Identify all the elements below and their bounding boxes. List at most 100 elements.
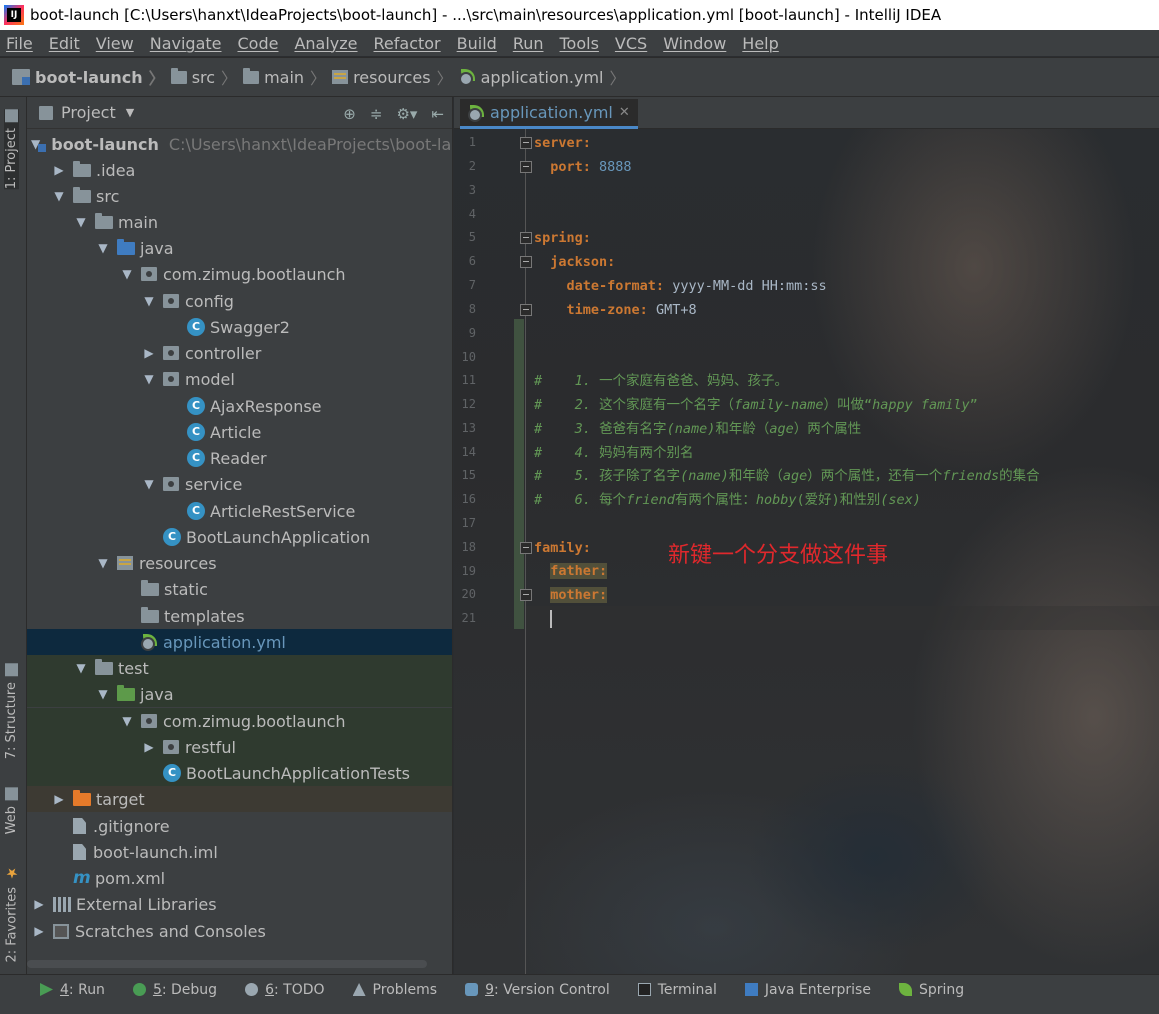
expand-arrow-icon[interactable]: ▼ bbox=[73, 215, 89, 229]
menu-tools[interactable]: Tools bbox=[560, 34, 599, 53]
tab-structure-tool[interactable]: 7: Structure bbox=[4, 663, 19, 759]
tab-project-tool[interactable]: 1: Project bbox=[4, 109, 19, 190]
code-line-11[interactable]: # 1. 一个家庭有爸爸、妈妈、孩子。 bbox=[534, 369, 788, 393]
menu-run[interactable]: Run bbox=[513, 34, 544, 53]
code-line-14[interactable]: # 4. 妈妈有两个别名 bbox=[534, 441, 694, 465]
expand-arrow-icon[interactable]: ▼ bbox=[119, 714, 135, 728]
tree-node-model[interactable]: ▼ model bbox=[27, 366, 452, 392]
expand-arrow-icon[interactable]: ▼ bbox=[141, 294, 157, 308]
tree-node-static[interactable]: static bbox=[27, 576, 452, 602]
tab-application-yml[interactable]: application.yml ✕ bbox=[460, 99, 638, 129]
expand-arrow-icon[interactable]: ▼ bbox=[95, 241, 111, 255]
tree-node-src[interactable]: ▼ src bbox=[27, 183, 452, 209]
tab-web-tool[interactable]: Web bbox=[4, 787, 19, 834]
project-view-selector[interactable]: Project bbox=[61, 103, 116, 122]
code-line-19[interactable]: father: bbox=[534, 559, 608, 583]
tool-problems[interactable]: Problems bbox=[352, 982, 437, 998]
code-line-20[interactable]: mother: bbox=[534, 583, 608, 607]
tree-node-test[interactable]: ▼ test bbox=[27, 655, 452, 681]
collapse-arrow-icon[interactable]: ▶ bbox=[141, 346, 157, 360]
breadcrumb-src[interactable]: src 〉 bbox=[170, 65, 243, 89]
code-line-16[interactable]: # 6. 每个friend有两个属性：hobby(爱好)和性别(sex) bbox=[534, 488, 921, 512]
fold-marker-icon[interactable] bbox=[520, 589, 532, 601]
menu-analyze[interactable]: Analyze bbox=[294, 34, 357, 53]
tool-java-enterprise[interactable]: Java Enterprise bbox=[744, 982, 871, 998]
tool-run[interactable]: 4: Run bbox=[40, 982, 105, 998]
tool-debug[interactable]: 5: Debug bbox=[132, 982, 217, 998]
project-horizontal-scrollbar[interactable] bbox=[27, 960, 427, 968]
menu-edit[interactable]: Edit bbox=[49, 34, 80, 53]
expand-arrow-icon[interactable]: ▼ bbox=[73, 661, 89, 675]
menu-help[interactable]: Help bbox=[742, 34, 778, 53]
menu-navigate[interactable]: Navigate bbox=[150, 34, 222, 53]
tool-terminal[interactable]: Terminal bbox=[637, 982, 717, 998]
collapse-arrow-icon[interactable]: ▶ bbox=[141, 740, 157, 754]
tree-node-external-libraries[interactable]: ▶ External Libraries bbox=[27, 891, 452, 917]
collapse-arrow-icon[interactable]: ▶ bbox=[31, 897, 47, 911]
tree-node-target[interactable]: ▶ target bbox=[27, 786, 452, 812]
tree-node-iml[interactable]: boot-launch.iml bbox=[27, 839, 452, 865]
fold-marker-icon[interactable] bbox=[520, 137, 532, 149]
tree-node-application-yml[interactable]: application.yml bbox=[27, 629, 452, 655]
menu-refactor[interactable]: Refactor bbox=[374, 34, 441, 53]
expand-arrow-icon[interactable]: ▼ bbox=[95, 687, 111, 701]
locate-target-icon[interactable]: ⊕ bbox=[343, 105, 356, 123]
tree-node-boot-launch[interactable]: ▼ boot-launch C:\Users\hanxt\IdeaProjects\… bbox=[27, 131, 452, 157]
tool-todo[interactable]: 6: TODO bbox=[245, 982, 325, 998]
breadcrumb-main[interactable]: main 〉 bbox=[243, 65, 332, 89]
code-line-15[interactable]: # 5. 孩子除了名字(name)和年龄（age）两个属性，还有一个friend… bbox=[534, 464, 1040, 488]
tree-node-ajaxresponse[interactable]: C AjaxResponse bbox=[27, 393, 452, 419]
breadcrumb-resources[interactable]: resources 〉 bbox=[332, 65, 459, 89]
tree-node-test-package[interactable]: ▼ com.zimug.bootlaunch bbox=[27, 708, 452, 734]
tree-node-scratches[interactable]: ▶ Scratches and Consoles bbox=[27, 918, 452, 944]
menu-code[interactable]: Code bbox=[238, 34, 279, 53]
collapse-arrow-icon[interactable]: ▶ bbox=[51, 163, 67, 177]
tree-node-test-java[interactable]: ▼ java bbox=[27, 681, 452, 707]
code-line-8[interactable]: time-zone: GMT+8 bbox=[534, 298, 697, 322]
expand-arrow-icon[interactable]: ▼ bbox=[119, 267, 135, 281]
expand-arrow-icon[interactable]: ▼ bbox=[141, 477, 157, 491]
tool-version-control[interactable]: 9: Version Control bbox=[465, 982, 610, 998]
tree-node-main[interactable]: ▼ main bbox=[27, 209, 452, 235]
menu-window[interactable]: Window bbox=[663, 34, 726, 53]
collapse-all-icon[interactable]: ≑ bbox=[370, 105, 383, 123]
tree-node-gitignore[interactable]: .gitignore bbox=[27, 813, 452, 839]
code-line-7[interactable]: date-format: yyyy-MM-dd HH:mm:ss bbox=[534, 274, 827, 298]
fold-marker-icon[interactable] bbox=[520, 542, 532, 554]
code-line-1[interactable]: server: bbox=[534, 131, 591, 155]
code-line-6[interactable]: jackson: bbox=[534, 250, 615, 274]
tool-spring[interactable]: Spring bbox=[898, 982, 964, 998]
menu-file[interactable]: File bbox=[6, 34, 33, 53]
menu-vcs[interactable]: VCS bbox=[615, 34, 647, 53]
vcs-change-marker[interactable] bbox=[514, 319, 524, 629]
fold-marker-icon[interactable] bbox=[520, 256, 532, 268]
menu-build[interactable]: Build bbox=[457, 34, 497, 53]
close-icon[interactable]: ✕ bbox=[619, 105, 630, 120]
tree-node-templates[interactable]: templates bbox=[27, 603, 452, 629]
tree-node-package[interactable]: ▼ com.zimug.bootlaunch bbox=[27, 261, 452, 287]
tree-node-restful[interactable]: ▶ restful bbox=[27, 734, 452, 760]
code-line-18[interactable]: family: bbox=[534, 536, 591, 560]
gear-icon[interactable]: ⚙▾ bbox=[396, 105, 417, 123]
tree-node-swagger2[interactable]: C Swagger2 bbox=[27, 314, 452, 340]
breadcrumb-file[interactable]: application.yml 〉 bbox=[458, 65, 632, 89]
tree-node-pom[interactable]: m pom.xml bbox=[27, 865, 452, 891]
tree-node-bootlaunchapplication[interactable]: C BootLaunchApplication bbox=[27, 524, 452, 550]
fold-marker-icon[interactable] bbox=[520, 304, 532, 316]
tree-node-config[interactable]: ▼ config bbox=[27, 288, 452, 314]
chevron-down-icon[interactable]: ▼ bbox=[126, 106, 134, 119]
tree-node-java[interactable]: ▼ java bbox=[27, 235, 452, 261]
fold-marker-icon[interactable] bbox=[520, 161, 532, 173]
expand-arrow-icon[interactable]: ▼ bbox=[95, 556, 111, 570]
tree-node-reader[interactable]: C Reader bbox=[27, 445, 452, 471]
code-line-13[interactable]: # 3. 爸爸有名字(name)和年龄（age）两个属性 bbox=[534, 417, 861, 441]
tree-node-resources[interactable]: ▼ resources bbox=[27, 550, 452, 576]
tab-favorites-tool[interactable]: 2: Favorites ★ bbox=[4, 865, 20, 963]
tree-node-articlerestservice[interactable]: C ArticleRestService bbox=[27, 498, 452, 524]
expand-arrow-icon[interactable]: ▼ bbox=[51, 189, 67, 203]
code-line-12[interactable]: # 2. 这个家庭有一个名字（family-name）叫做“happy fami… bbox=[534, 393, 978, 417]
tree-node-idea[interactable]: ▶ .idea bbox=[27, 157, 452, 183]
code-line-21[interactable] bbox=[534, 607, 553, 631]
menu-view[interactable]: View bbox=[96, 34, 134, 53]
tree-node-service[interactable]: ▼ service bbox=[27, 471, 452, 497]
